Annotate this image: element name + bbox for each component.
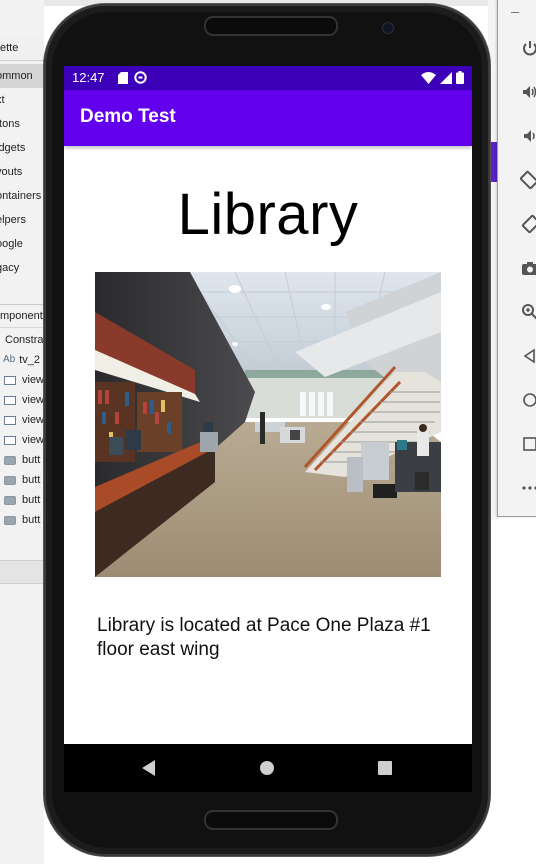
more-icon[interactable] <box>518 476 536 500</box>
zoom-icon[interactable] <box>518 300 536 324</box>
palette-item-widgets[interactable]: idgets <box>0 136 44 160</box>
sd-card-icon <box>118 71 128 87</box>
library-photo <box>95 272 441 577</box>
tree-item-button[interactable]: butt <box>0 470 44 490</box>
component-tree: Constra Ab tv_2 view view view view butt … <box>0 330 44 530</box>
view-icon <box>4 375 16 385</box>
tree-item-button[interactable]: butt <box>0 510 44 530</box>
tree-item-root[interactable]: Constra <box>0 330 44 350</box>
palette-item-text[interactable]: xt <box>0 88 44 112</box>
volume-down-icon[interactable] <box>518 124 536 148</box>
tree-item-view[interactable]: view <box>0 430 44 450</box>
camera-icon[interactable] <box>518 256 536 280</box>
tree-item-button[interactable]: butt <box>0 450 44 470</box>
minimize-icon[interactable] <box>511 12 519 13</box>
rotate-left-icon[interactable] <box>518 168 536 192</box>
component-tree-header: mponent <box>0 304 44 328</box>
bottom-speaker <box>204 810 338 830</box>
palette-item-buttons[interactable]: ttons <box>0 112 44 136</box>
tree-item-view[interactable]: view <box>0 390 44 410</box>
view-icon <box>4 435 16 445</box>
tree-item-view[interactable]: view <box>0 410 44 430</box>
tree-item-view[interactable]: view <box>0 370 44 390</box>
status-bar: 12:47 <box>64 66 472 90</box>
top-speaker <box>204 16 338 36</box>
tree-item-button[interactable]: butt <box>0 490 44 510</box>
palette-item-layouts[interactable]: youts <box>0 160 44 184</box>
app-title: Demo Test <box>80 106 176 127</box>
back-icon[interactable] <box>518 344 536 368</box>
button-icon <box>4 495 16 505</box>
overview-icon[interactable] <box>518 432 536 456</box>
palette-item-containers[interactable]: ontainers <box>0 184 44 208</box>
button-icon <box>4 455 16 465</box>
button-icon <box>4 475 16 485</box>
palette-item-common[interactable]: ommon <box>0 64 44 88</box>
status-time: 12:47 <box>72 70 105 85</box>
nav-back-icon[interactable] <box>137 756 161 780</box>
palette-header: ette <box>0 36 44 61</box>
ide-left-panel: ette ommon xt ttons idgets youts ontaine… <box>0 0 44 864</box>
textview-icon: Ab <box>3 354 16 365</box>
nav-overview-icon[interactable] <box>373 756 397 780</box>
signal-icon <box>440 71 452 87</box>
palette-item-legacy[interactable]: gacy <box>0 256 44 280</box>
palette-list: ommon xt ttons idgets youts ontainers el… <box>0 64 44 280</box>
location-description: Library is located at Pace One Plaza #1 … <box>97 615 431 660</box>
power-icon[interactable] <box>518 36 536 60</box>
rotate-right-icon[interactable] <box>518 212 536 236</box>
sync-icon <box>134 71 147 87</box>
app-bar: Demo Test <box>64 90 472 146</box>
battery-icon <box>456 71 464 87</box>
palette-item-helpers[interactable]: elpers <box>0 208 44 232</box>
front-camera <box>382 22 394 34</box>
home-icon[interactable] <box>518 388 536 412</box>
page-title: Library <box>177 182 359 247</box>
view-icon <box>4 415 16 425</box>
emulator-toolbar <box>497 0 536 517</box>
nav-home-icon[interactable] <box>255 756 279 780</box>
ide-bottom-strip <box>0 560 44 584</box>
button-icon <box>4 515 16 525</box>
phone-screen: 12:47 Demo Test Library Library is locat… <box>64 66 472 744</box>
tree-item-textview[interactable]: Ab tv_2 <box>0 350 44 370</box>
palette-item-google[interactable]: oogle <box>0 232 44 256</box>
wifi-icon <box>421 71 436 87</box>
navigation-bar <box>64 744 472 792</box>
volume-up-icon[interactable] <box>518 80 536 104</box>
view-icon <box>4 395 16 405</box>
